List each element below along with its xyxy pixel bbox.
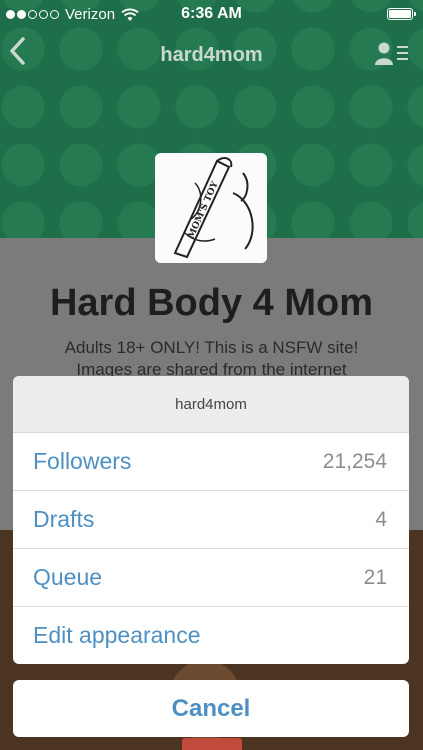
- action-item-queue[interactable]: Queue 21: [13, 549, 409, 607]
- nav-title: hard4mom: [160, 44, 263, 66]
- action-item-label: Queue: [33, 564, 103, 590]
- action-item-count: 21,254: [322, 450, 387, 473]
- action-item-edit-appearance[interactable]: Edit appearance: [13, 607, 409, 664]
- user-list-icon: [375, 42, 408, 65]
- action-item-drafts[interactable]: Drafts 4: [13, 491, 409, 549]
- action-sheet: hard4mom Followers 21,254 Drafts 4 Queue…: [13, 376, 409, 664]
- action-sheet-title: hard4mom: [13, 376, 409, 433]
- action-item-label: Edit appearance: [33, 622, 201, 648]
- action-item-label: Drafts: [33, 506, 95, 532]
- description-line: Adults 18+ ONLY! This is a NSFW site!: [64, 338, 359, 357]
- status-bar: Verizon 6:36 AM: [0, 0, 423, 30]
- blog-description: Adults 18+ ONLY! This is a NSFW site! Im…: [0, 337, 423, 381]
- action-item-label: Followers: [33, 448, 132, 474]
- blog-avatar: MOM'S TOY: [155, 153, 267, 263]
- avatar-logo: MOM'S TOY: [155, 153, 267, 263]
- cancel-button[interactable]: Cancel: [13, 680, 409, 737]
- user-menu-button[interactable]: [375, 40, 411, 68]
- clock: 6:36 AM: [181, 5, 242, 22]
- battery-icon: [387, 8, 416, 20]
- blog-title: Hard Body 4 Mom: [49, 282, 374, 324]
- action-item-count: 21: [363, 566, 387, 589]
- action-item-count: 4: [375, 508, 387, 531]
- action-item-followers[interactable]: Followers 21,254: [13, 433, 409, 491]
- post-tag-marker: [182, 738, 242, 750]
- nav-bar: hard4mom: [0, 36, 423, 76]
